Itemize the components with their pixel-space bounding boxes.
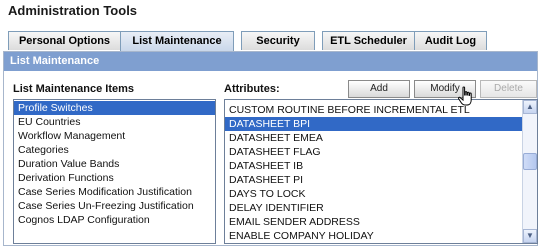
hand-pointer-icon (457, 86, 472, 106)
add-button-label: Add (370, 83, 388, 94)
list-item[interactable]: Workflow Management (14, 129, 215, 143)
scrollbar-thumb[interactable] (523, 153, 537, 170)
tab-etl-scheduler[interactable]: ETL Scheduler (322, 31, 415, 50)
list-item[interactable]: Cognos LDAP Configuration (14, 213, 215, 227)
list-item[interactable]: Categories (14, 143, 215, 157)
add-button[interactable]: Add (348, 80, 410, 98)
attributes-scrollbar[interactable]: ▲ ▼ (522, 100, 537, 243)
list-item[interactable]: Case Series Modification Justification (14, 185, 215, 199)
tab-label: Personal Options (18, 35, 111, 47)
tab-audit-log[interactable]: Audit Log (414, 31, 487, 50)
list-maintenance-items-listbox[interactable]: Profile Switches EU Countries Workflow M… (13, 99, 216, 244)
list-item[interactable]: Duration Value Bands (14, 157, 215, 171)
tab-list-maintenance[interactable]: List Maintenance (120, 31, 234, 51)
attributes-label: Attributes: (224, 83, 280, 95)
list-item[interactable]: Derivation Functions (14, 171, 215, 185)
list-item[interactable]: DATASHEET FLAG (225, 145, 537, 159)
page-title: Administration Tools (8, 3, 138, 18)
modify-button-label: Modify (430, 83, 460, 94)
tab-personal-options[interactable]: Personal Options (8, 31, 121, 50)
list-item[interactable]: DATASHEET PI (225, 173, 537, 187)
list-item[interactable]: DELAY IDENTIFIER (225, 201, 537, 215)
list-item[interactable]: Profile Switches (14, 101, 215, 115)
list-item[interactable]: EMAIL SENDER ADDRESS (225, 215, 537, 229)
list-item[interactable]: CUSTOM ROUTINE BEFORE INCREMENTAL ETL (225, 103, 522, 117)
tab-label: List Maintenance (132, 35, 222, 47)
chevron-up-icon[interactable]: ▲ (523, 100, 537, 114)
tab-label: ETL Scheduler (330, 35, 407, 47)
tab-security[interactable]: Security (241, 31, 315, 50)
delete-button[interactable]: Delete (480, 80, 537, 98)
list-maintenance-items-label: List Maintenance Items (13, 83, 135, 95)
list-item[interactable]: Case Series Un-Freezing Justification (14, 199, 215, 213)
panel-header: List Maintenance (4, 52, 537, 71)
list-item[interactable]: DATASHEET IB (225, 159, 537, 173)
list-item[interactable]: DAYS TO LOCK (225, 187, 537, 201)
tab-label: Audit Log (424, 35, 477, 47)
chevron-down-icon[interactable]: ▼ (523, 229, 537, 243)
delete-button-label: Delete (494, 83, 523, 94)
list-item[interactable]: EU Countries (14, 115, 215, 129)
list-item[interactable]: DATASHEET EMEA (225, 131, 537, 145)
list-item[interactable]: DATASHEET BPI (225, 117, 522, 131)
tab-label: Security (256, 35, 300, 47)
list-item[interactable]: ENABLE COMPANY HOLIDAY (225, 229, 537, 243)
attributes-listbox[interactable]: CUSTOM ROUTINE BEFORE INCREMENTAL ETL DA… (224, 99, 538, 244)
